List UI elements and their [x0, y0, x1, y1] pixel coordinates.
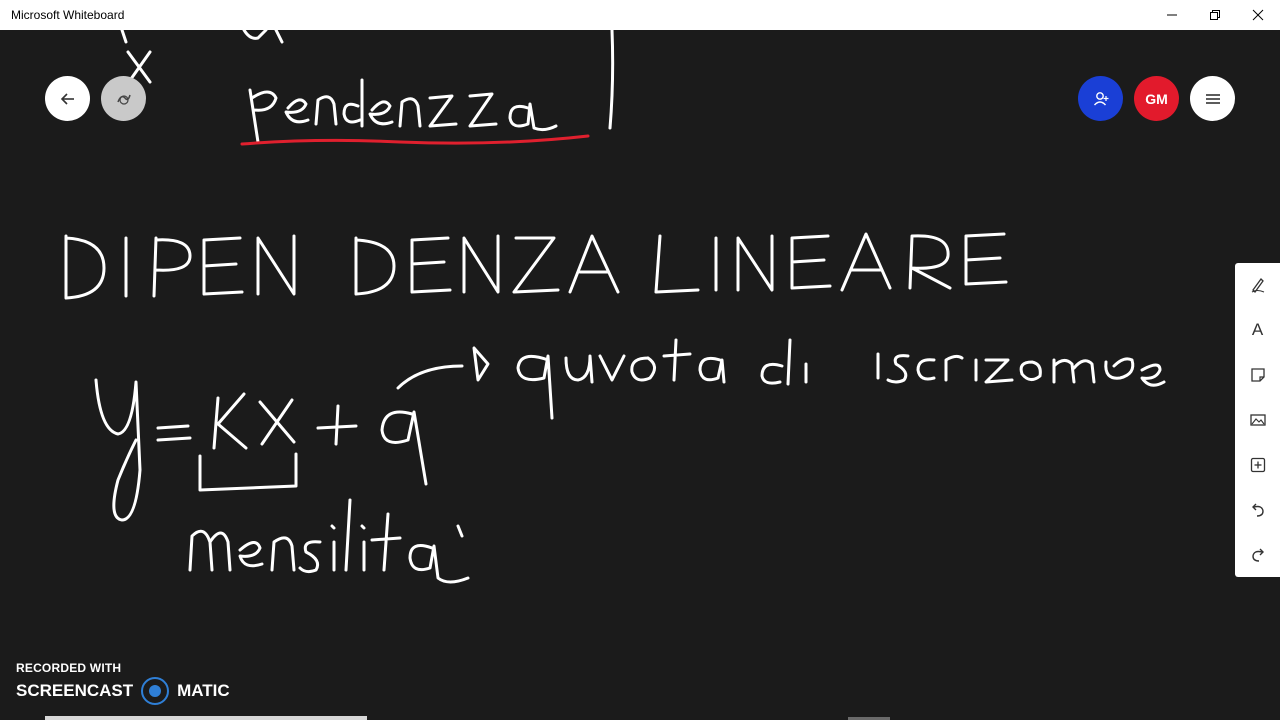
- plus-box-icon: [1250, 457, 1265, 473]
- sticky-note-tool[interactable]: [1235, 353, 1280, 397]
- person-add-icon: [1093, 91, 1108, 105]
- watermark-brand-left: SCREENCAST: [16, 681, 134, 700]
- image-icon: [1249, 414, 1266, 426]
- undo-icon: [1251, 503, 1264, 517]
- window-title-bar: Microsoft Whiteboard: [0, 0, 1280, 30]
- user-initials: GM: [1145, 90, 1168, 107]
- window-title: Microsoft Whiteboard: [11, 8, 125, 22]
- screencast-logo-icon: [141, 677, 170, 705]
- watermark-brand: SCREENCAST MATIC: [16, 676, 230, 706]
- ink-beautify-button[interactable]: [101, 76, 146, 121]
- arrow-left-icon: [60, 92, 74, 105]
- pen-icon: [1251, 278, 1264, 293]
- ink-underline-red: [240, 134, 590, 146]
- pen-tool[interactable]: [1235, 263, 1280, 307]
- undo-button[interactable]: [1235, 488, 1280, 532]
- restore-icon: [1210, 10, 1220, 20]
- back-button[interactable]: [45, 76, 90, 121]
- ink-top-fragments: [120, 30, 615, 130]
- ink-beautify-icon: [116, 94, 131, 105]
- ink-arrow: [396, 346, 490, 390]
- minimize-button[interactable]: [1150, 0, 1194, 30]
- watermark-recorded-with: RECORDED WITH: [16, 661, 122, 675]
- close-icon: [1252, 9, 1264, 21]
- close-button[interactable]: [1236, 0, 1280, 30]
- insert-tool[interactable]: [1235, 443, 1280, 487]
- text-tool[interactable]: A: [1235, 308, 1280, 352]
- tools-toolbar: A: [1235, 263, 1280, 577]
- ink-word-pendenza: [248, 78, 558, 144]
- ink-title-dipendenza-lineare: [64, 232, 1008, 300]
- redo-icon: [1251, 548, 1264, 562]
- redo-button[interactable]: [1235, 533, 1280, 577]
- image-tool[interactable]: [1235, 398, 1280, 442]
- settings-menu-button[interactable]: [1190, 76, 1235, 121]
- invite-button[interactable]: [1078, 76, 1123, 121]
- ink-annotation-mensilita: [188, 498, 470, 584]
- restore-button[interactable]: [1193, 0, 1237, 30]
- text-icon: A: [1251, 320, 1264, 339]
- video-progress-bar: [45, 716, 367, 720]
- user-avatar[interactable]: GM: [1134, 76, 1179, 121]
- minimize-icon: [1167, 14, 1177, 16]
- sticky-note-icon: [1250, 368, 1265, 382]
- whiteboard-canvas[interactable]: GM A: [0, 30, 1280, 720]
- ink-equation: [94, 378, 428, 522]
- hamburger-menu-icon: [1205, 93, 1220, 104]
- ink-annotation-quota: [516, 338, 1166, 420]
- watermark-brand-right: MATIC: [177, 681, 230, 700]
- ink-layer: [64, 30, 1166, 584]
